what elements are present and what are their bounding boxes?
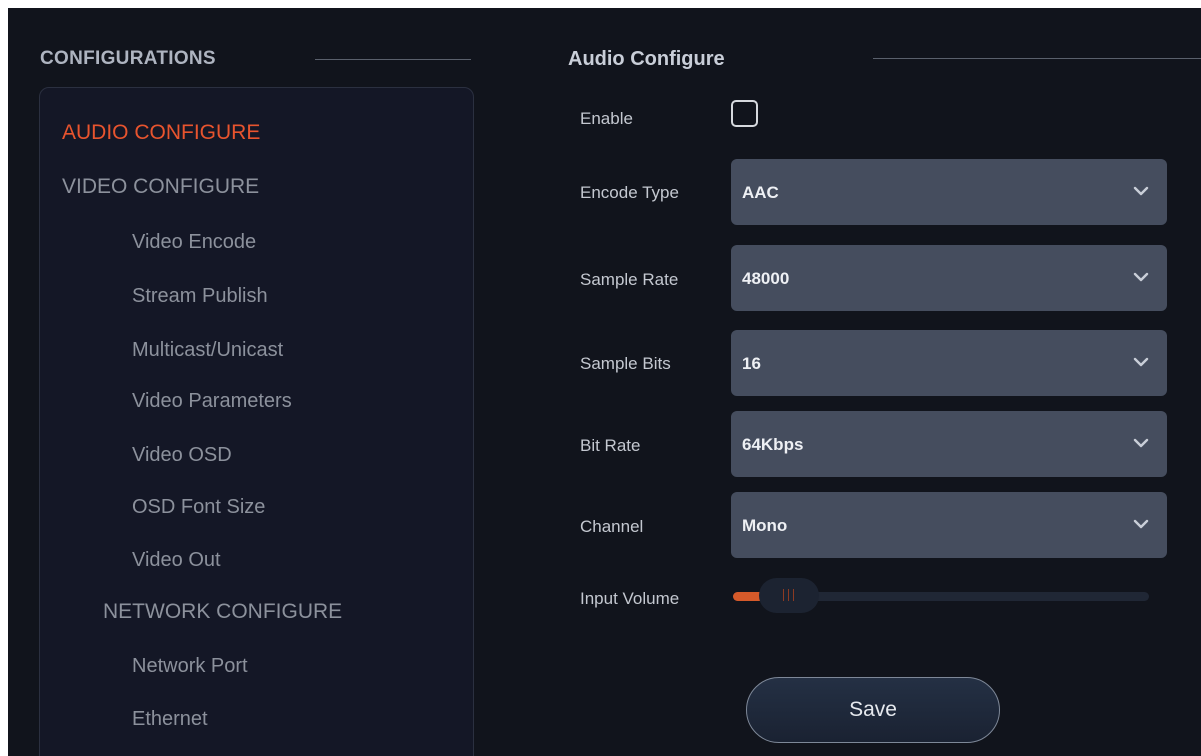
channel-select[interactable]: Mono	[731, 492, 1167, 558]
channel-value: Mono	[742, 516, 788, 535]
enable-checkbox[interactable]	[731, 100, 758, 127]
nav-item-audio-configure[interactable]: AUDIO CONFIGURE	[62, 121, 260, 145]
grip-line	[788, 589, 789, 601]
sample-bits-select[interactable]: 16	[731, 330, 1167, 396]
enable-label: Enable	[580, 109, 633, 128]
nav-item-video-out[interactable]: Video Out	[132, 549, 221, 572]
input-volume-label: Input Volume	[580, 589, 680, 608]
configurations-title: CONFIGURATIONS	[40, 48, 216, 69]
sample-rate-label: Sample Rate	[580, 270, 679, 289]
nav-item-multicast-unicast[interactable]: Multicast/Unicast	[132, 339, 283, 362]
sample-bits-label: Sample Bits	[580, 354, 671, 373]
configurations-title-divider	[315, 59, 471, 60]
left-border	[0, 0, 8, 756]
save-button[interactable]: Save	[746, 677, 1000, 743]
nav-item-stream-publish[interactable]: Stream Publish	[132, 285, 268, 308]
bit-rate-label: Bit Rate	[580, 436, 641, 455]
nav-item-video-parameters[interactable]: Video Parameters	[132, 390, 292, 413]
nav-item-video-configure[interactable]: VIDEO CONFIGURE	[62, 175, 259, 199]
top-border	[0, 0, 1201, 8]
app-root: CONFIGURATIONS AUDIO CONFIGURE VIDEO CON…	[0, 0, 1201, 756]
grip-line	[783, 589, 784, 601]
chevron-down-icon	[1133, 186, 1149, 196]
sample-rate-value: 48000	[742, 269, 790, 288]
chevron-down-icon	[1133, 519, 1149, 529]
bit-rate-value: 64Kbps	[742, 435, 804, 454]
encode-type-select[interactable]: AAC	[731, 159, 1167, 225]
bit-rate-select[interactable]: 64Kbps	[731, 411, 1167, 477]
chevron-down-icon	[1133, 272, 1149, 282]
encode-type-label: Encode Type	[580, 183, 679, 202]
grip-line	[793, 589, 794, 601]
nav-item-video-osd[interactable]: Video OSD	[132, 444, 232, 467]
nav-item-osd-font-size[interactable]: OSD Font Size	[132, 496, 265, 519]
sample-rate-select[interactable]: 48000	[731, 245, 1167, 311]
nav-item-ethernet[interactable]: Ethernet	[132, 708, 208, 731]
encode-type-value: AAC	[742, 183, 779, 202]
nav-item-network-port[interactable]: Network Port	[132, 655, 248, 678]
nav-item-video-encode[interactable]: Video Encode	[132, 231, 256, 254]
sample-bits-value: 16	[742, 354, 761, 373]
audio-configure-title: Audio Configure	[568, 48, 725, 70]
chevron-down-icon	[1133, 438, 1149, 448]
chevron-down-icon	[1133, 357, 1149, 367]
nav-item-network-configure[interactable]: NETWORK CONFIGURE	[103, 600, 342, 624]
audio-configure-title-divider	[873, 58, 1201, 59]
input-volume-handle[interactable]	[759, 578, 819, 613]
channel-label: Channel	[580, 517, 644, 536]
